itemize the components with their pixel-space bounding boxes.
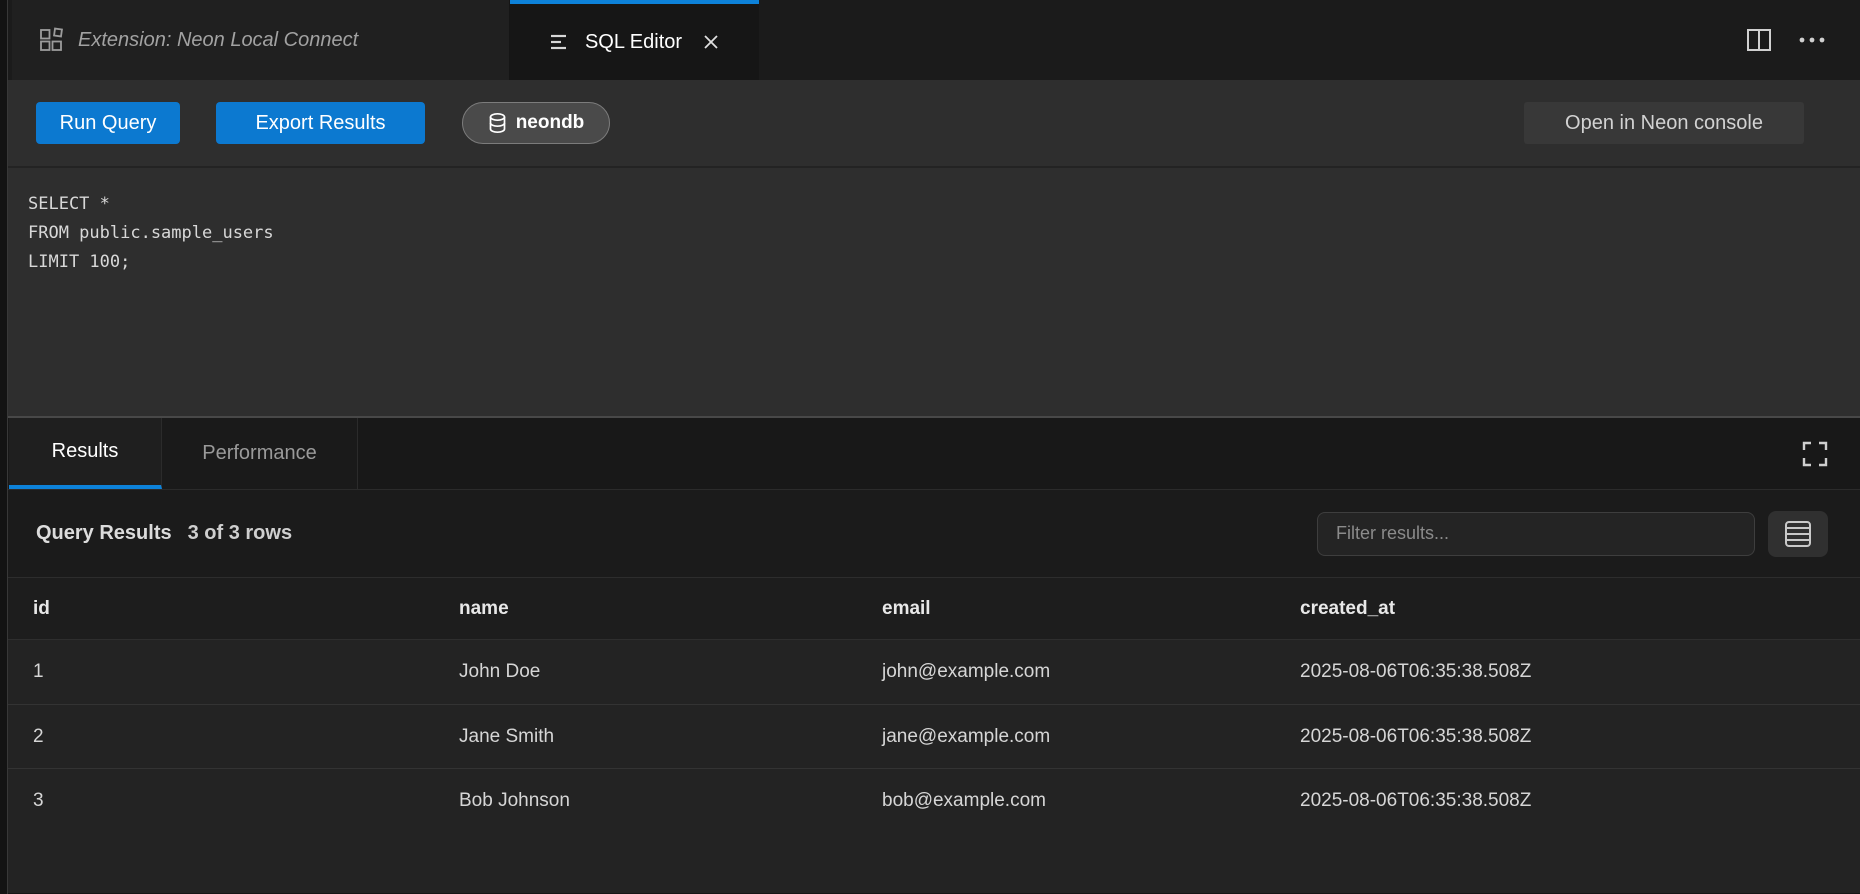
cell-created-at: 2025-08-06T06:35:38.508Z: [1267, 726, 1860, 748]
split-editor-icon[interactable]: [1746, 28, 1772, 52]
column-header-name: name: [426, 598, 849, 620]
table-row: 3 Bob Johnson bob@example.com 2025-08-06…: [0, 768, 1860, 832]
tab-performance[interactable]: Performance: [162, 418, 358, 489]
table-header-row: id name email created_at: [0, 577, 1860, 640]
filter-results-input[interactable]: [1317, 512, 1755, 556]
view-mode-button[interactable]: [1768, 511, 1828, 557]
table-footer-area: [0, 832, 1860, 893]
cell-created-at: 2025-08-06T06:35:38.508Z: [1267, 661, 1860, 683]
query-results-bar: Query Results 3 of 3 rows: [0, 489, 1860, 577]
close-icon[interactable]: [702, 33, 720, 51]
run-query-button[interactable]: Run Query: [36, 102, 180, 144]
tab-results[interactable]: Results: [9, 418, 162, 489]
list-icon: [549, 32, 571, 52]
column-header-created-at: created_at: [1267, 598, 1860, 620]
cell-name: John Doe: [426, 661, 849, 683]
sql-toolbar: Run Query Export Results neondb Open in …: [0, 80, 1860, 166]
cell-email: bob@example.com: [849, 790, 1267, 812]
editor-tab-bar: Extension: Neon Local Connect SQL Editor: [0, 0, 1860, 80]
row-count-label: 3 of 3 rows: [188, 522, 292, 545]
tab-extension-neon-local-connect[interactable]: Extension: Neon Local Connect: [12, 0, 510, 80]
rows-icon: [1782, 519, 1814, 549]
sql-line: FROM public.sample_users: [28, 219, 1860, 248]
extensions-icon: [38, 27, 64, 53]
table-row: 1 John Doe john@example.com 2025-08-06T0…: [0, 640, 1860, 704]
database-icon: [488, 112, 507, 134]
cell-created-at: 2025-08-06T06:35:38.508Z: [1267, 790, 1860, 812]
cell-id: 1: [0, 661, 426, 683]
fullscreen-icon[interactable]: [1800, 418, 1830, 489]
sql-line: SELECT *: [28, 190, 1860, 219]
results-tab-spacer: [358, 418, 1800, 489]
more-actions-icon[interactable]: [1798, 36, 1826, 44]
cell-id: 3: [0, 790, 426, 812]
sql-query-editor[interactable]: SELECT * FROM public.sample_users LIMIT …: [0, 166, 1860, 418]
results-table: id name email created_at 1 John Doe john…: [0, 577, 1860, 893]
tab-label: SQL Editor: [585, 31, 682, 54]
column-header-email: email: [849, 598, 1267, 620]
sql-line: LIMIT 100;: [28, 248, 1860, 277]
table-row: 2 Jane Smith jane@example.com 2025-08-06…: [0, 704, 1860, 768]
cell-name: Bob Johnson: [426, 790, 849, 812]
cell-name: Jane Smith: [426, 726, 849, 748]
tab-label: Extension: Neon Local Connect: [78, 29, 358, 52]
cell-id: 2: [0, 726, 426, 748]
export-results-button[interactable]: Export Results: [216, 102, 425, 144]
cell-email: john@example.com: [849, 661, 1267, 683]
query-results-title: Query Results: [36, 522, 172, 545]
database-name: neondb: [516, 112, 585, 134]
tab-bar-spacer: [759, 0, 1746, 80]
column-header-id: id: [0, 598, 426, 620]
results-tab-bar: Results Performance: [0, 418, 1860, 489]
tab-sql-editor[interactable]: SQL Editor: [510, 0, 759, 80]
panel-left-edge: [0, 0, 8, 894]
cell-email: jane@example.com: [849, 726, 1267, 748]
database-selector-pill[interactable]: neondb: [462, 102, 610, 144]
open-neon-console-button[interactable]: Open in Neon console: [1524, 102, 1804, 144]
